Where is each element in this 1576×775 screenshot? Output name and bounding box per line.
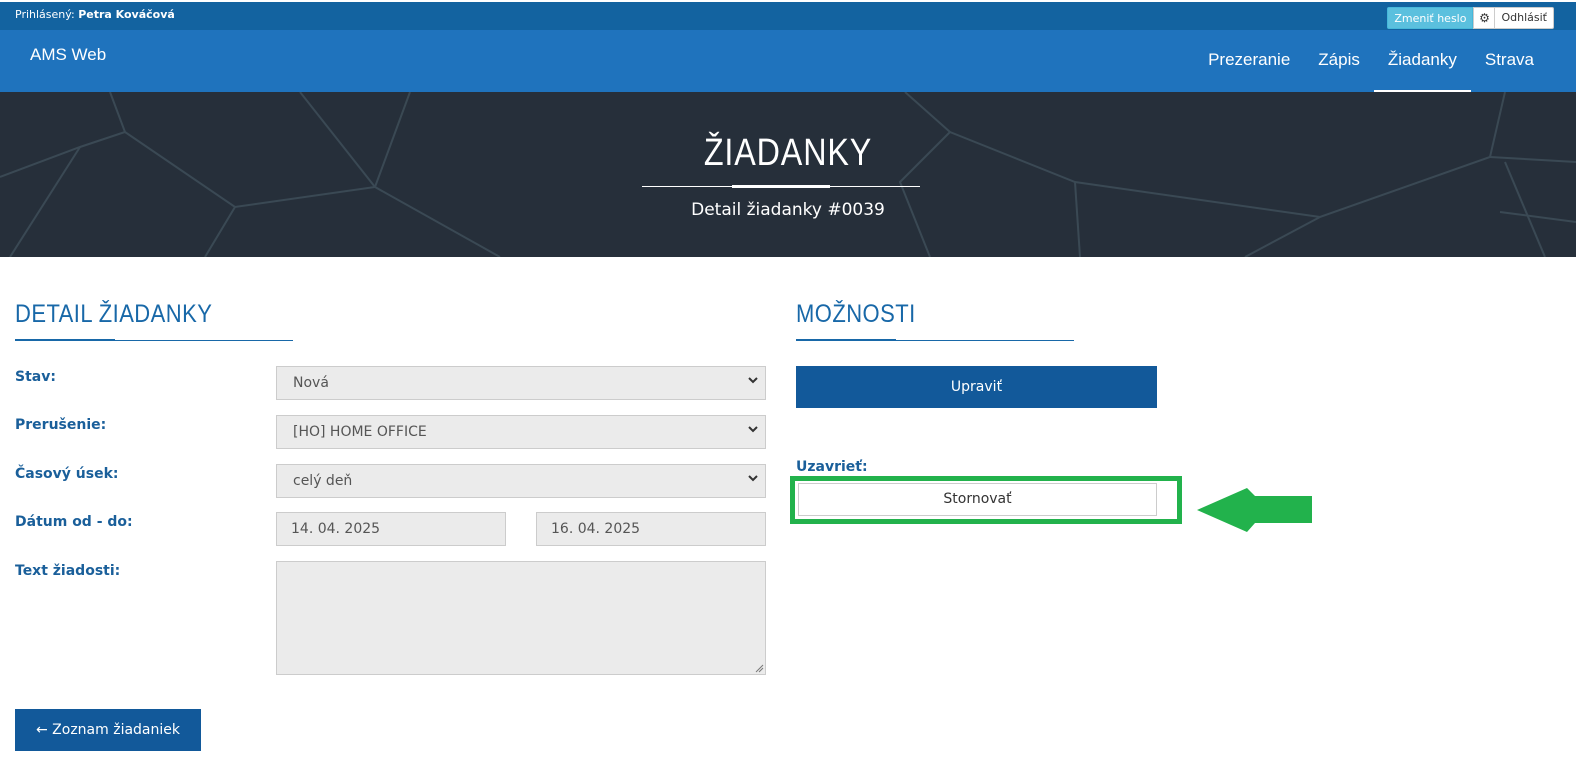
main-nav: Prezeranie Zápis Žiadanky Strava [1194, 30, 1548, 92]
chevron-down-icon [748, 475, 758, 482]
text-ziadosti-textarea[interactable] [276, 561, 766, 675]
casovy-usek-value: celý deň [293, 473, 353, 489]
options-section-title: MOŽNOSTI [796, 300, 916, 328]
user-name: Petra Kováčová [78, 8, 175, 21]
back-to-list-button[interactable]: ← Zoznam žiadaniek [15, 709, 201, 751]
casovy-usek-select[interactable]: celý deň [276, 464, 766, 498]
account-buttons: Zmeniť heslo ⚙ Odhlásiť [1387, 7, 1554, 29]
change-password-button[interactable]: Zmeniť heslo [1387, 7, 1474, 29]
nav-item-prezeranie[interactable]: Prezeranie [1194, 30, 1304, 92]
nav-item-zapis[interactable]: Zápis [1304, 30, 1374, 92]
detail-title-underline-accent [15, 339, 115, 341]
prerusenie-label: Prerušenie: [15, 417, 107, 433]
top-user-bar: Prihlásený: Petra Kováčová Zmeniť heslo … [0, 0, 1576, 30]
gear-icon: ⚙ [1479, 11, 1490, 25]
detail-section-title: DETAIL ŽIADANKY [15, 300, 213, 328]
stav-select[interactable]: Nová [276, 366, 766, 400]
hero-banner: ŽIADANKY Detail žiadanky #0039 [0, 92, 1576, 257]
resize-grip-icon[interactable] [754, 663, 764, 673]
page-title: ŽIADANKY [703, 132, 873, 174]
close-label: Uzavrieť: [796, 459, 868, 475]
stav-value: Nová [293, 375, 329, 391]
highlight-box [790, 476, 1182, 524]
settings-button[interactable]: ⚙ [1473, 7, 1496, 29]
brand-logo[interactable]: AMS Web [30, 45, 106, 65]
nav-item-strava[interactable]: Strava [1471, 30, 1548, 92]
arrow-left-icon [1197, 488, 1312, 532]
edit-button[interactable]: Upraviť [796, 366, 1157, 408]
nav-item-ziadanky[interactable]: Žiadanky [1373, 30, 1471, 92]
datum-label: Dátum od - do: [15, 514, 133, 530]
page-subtitle: Detail žiadanky #0039 [691, 200, 885, 220]
title-underline-accent [732, 185, 830, 188]
datum-do-input[interactable]: 16. 04. 2025 [536, 512, 766, 546]
options-title-underline-accent [796, 339, 896, 341]
main-navbar: AMS Web Prezeranie Zápis Žiadanky Strava [0, 30, 1576, 92]
logged-in-user: Prihlásený: Petra Kováčová [15, 8, 175, 21]
datum-od-input[interactable]: 14. 04. 2025 [276, 512, 506, 546]
prerusenie-select[interactable]: [HO] HOME OFFICE [276, 415, 766, 449]
casovy-usek-label: Časový úsek: [15, 466, 119, 482]
chevron-down-icon [748, 426, 758, 433]
prerusenie-value: [HO] HOME OFFICE [293, 424, 427, 440]
chevron-down-icon [748, 377, 758, 384]
logout-button[interactable]: Odhlásiť [1495, 7, 1554, 29]
user-prefix: Prihlásený: [15, 8, 75, 21]
stav-label: Stav: [15, 369, 56, 385]
text-ziadosti-label: Text žiadosti: [15, 563, 121, 579]
